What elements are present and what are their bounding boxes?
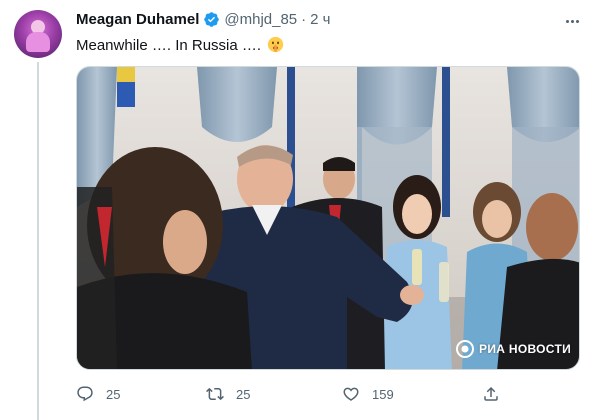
avatar[interactable]	[14, 10, 62, 58]
retweet-icon	[206, 387, 224, 401]
thread-line	[37, 62, 39, 420]
author-name[interactable]: Meagan Duhamel	[76, 11, 199, 28]
tweet-photo[interactable]: РИА НОВОСТИ	[76, 66, 580, 370]
author-handle[interactable]: @mhjd_85	[224, 11, 297, 28]
retweet-count: 25	[236, 386, 251, 402]
tweet-text: Meanwhile …. In Russia ….	[76, 36, 284, 54]
more-options-icon[interactable]	[562, 11, 582, 31]
reply-count: 25	[106, 386, 121, 402]
share-icon	[484, 386, 498, 401]
reply-button[interactable]: 25	[76, 385, 120, 403]
watermark-text: РИА НОВОСТИ	[479, 342, 571, 356]
ria-novosti-watermark: РИА НОВОСТИ	[455, 339, 571, 359]
shushing-face-emoji-icon	[267, 36, 284, 53]
like-button[interactable]: 159	[342, 385, 394, 403]
separator-dot: ·	[301, 11, 307, 28]
retweet-button[interactable]: 25	[206, 385, 250, 403]
avatar-figure-body	[26, 32, 50, 52]
photo-scene	[77, 67, 579, 369]
tweet-header: Meagan Duhamel @mhjd_85 · 2 ч	[76, 11, 330, 28]
heart-icon	[343, 387, 359, 401]
verified-badge-icon	[203, 11, 220, 28]
ria-logo-icon	[456, 340, 475, 358]
like-count: 159	[372, 386, 394, 402]
tweet-time[interactable]: 2 ч	[310, 11, 330, 28]
tweet-text-content: Meanwhile …. In Russia ….	[76, 37, 262, 54]
reply-icon	[77, 386, 93, 402]
share-button[interactable]	[482, 385, 500, 403]
tweet-actions: 25 25 159	[76, 385, 516, 405]
